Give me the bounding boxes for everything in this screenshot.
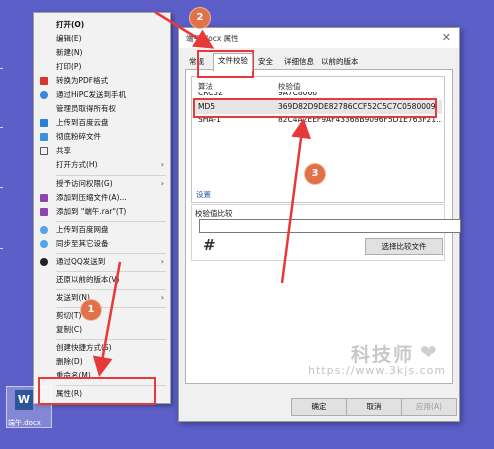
step-badge-3: 3 <box>304 163 326 185</box>
step-badge-1: 1 <box>80 299 102 321</box>
arrow-to-properties <box>92 261 122 377</box>
tab-file-checksum[interactable]: 文件校验 <box>213 53 253 71</box>
arrow-to-md5-row <box>280 118 311 284</box>
step-badge-2: 2 <box>189 7 211 29</box>
